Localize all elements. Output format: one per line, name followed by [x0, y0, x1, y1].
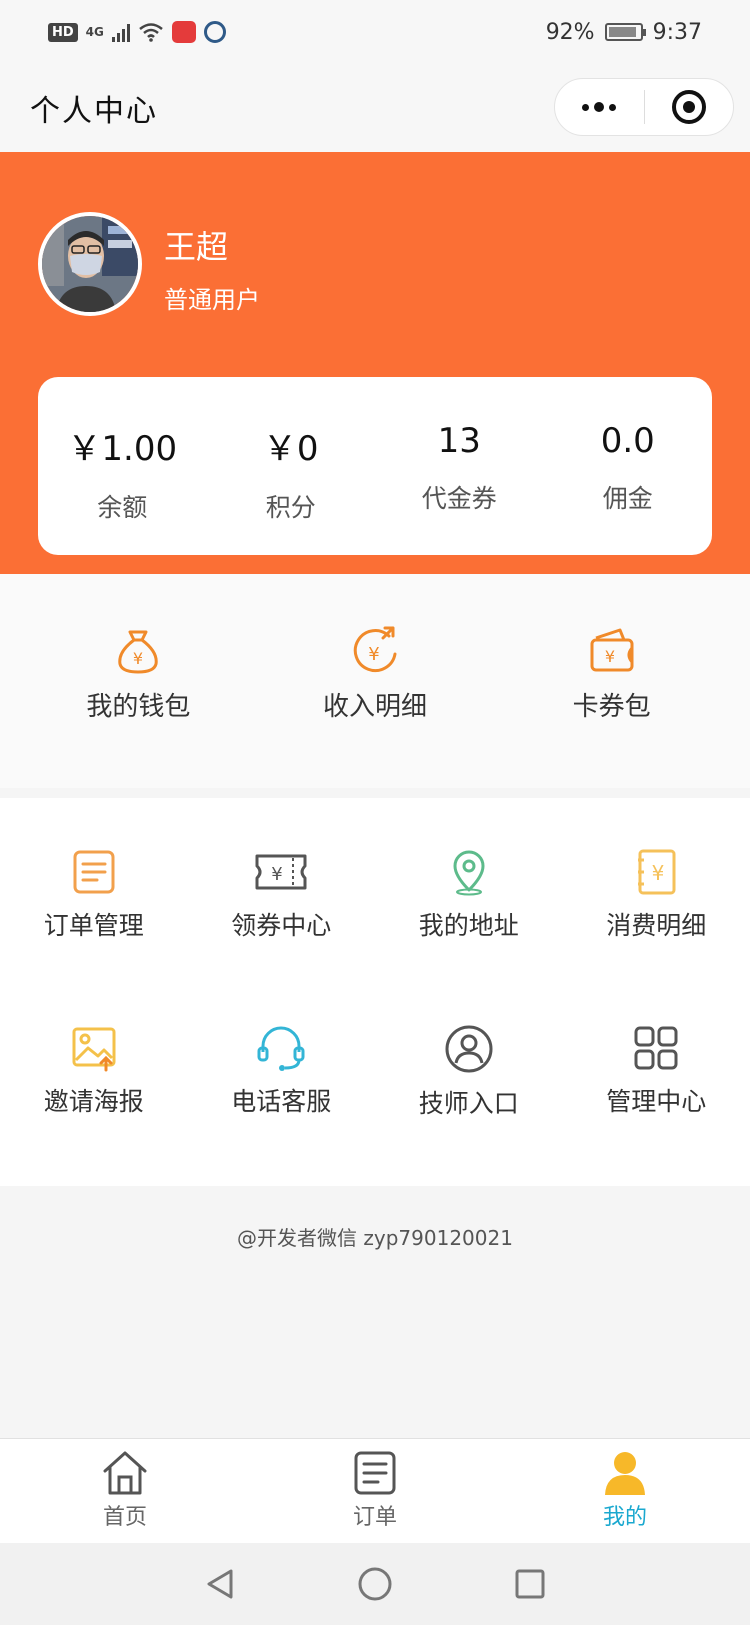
user-circle-icon: [445, 1025, 493, 1073]
tab-label: 首页: [102, 1505, 147, 1530]
feature-grid: 订单管理 ¥ 领券中心 我的地址 ¥ 消费明细 邀请海报 电话客服 技师入口 管…: [0, 798, 750, 1186]
user-level: 普通用户: [164, 286, 260, 314]
card-wallet-icon: ¥: [590, 628, 634, 672]
recents-square-icon[interactable]: [513, 1567, 547, 1601]
stat-value: ￥1.00: [67, 429, 178, 469]
grid-label: 管理中心: [606, 1087, 707, 1116]
tab-bar: 首页 订单 我的: [0, 1438, 750, 1543]
svg-text:¥: ¥: [272, 864, 283, 885]
page-title: 个人中心: [30, 94, 158, 129]
poster-image-icon: [72, 1027, 116, 1072]
tab-home[interactable]: 首页: [0, 1439, 250, 1543]
hd-badge: HD: [48, 22, 78, 42]
coupon-center-button[interactable]: ¥ 领券中心: [188, 798, 376, 974]
home-icon: [103, 1451, 147, 1495]
status-bar: HD 4G 92% 9:37: [0, 0, 750, 64]
my-wallet-button[interactable]: ¥ 我的钱包: [20, 574, 257, 788]
stat-commission[interactable]: 0.0 佣金: [544, 377, 713, 555]
account-stats-card: ￥1.00 余额 ￥0 积分 13 代金券 0.0 佣金: [38, 377, 712, 555]
stat-points[interactable]: ￥0 积分: [207, 377, 376, 555]
status-left: HD 4G: [48, 21, 226, 43]
card-wallet-button[interactable]: ¥ 卡券包: [493, 574, 730, 788]
order-management-button[interactable]: 订单管理: [0, 798, 188, 974]
headset-icon: [257, 1026, 305, 1071]
wallet-label: 我的钱包: [86, 692, 191, 722]
money-bag-icon: ¥: [118, 630, 159, 674]
avatar[interactable]: [38, 212, 142, 316]
grid-label: 订单管理: [43, 911, 144, 940]
back-icon[interactable]: [203, 1567, 237, 1601]
order-icon: [354, 1451, 396, 1495]
app-notification-icon-2: [203, 21, 226, 43]
grid-label: 邀请海报: [43, 1087, 144, 1116]
svg-text:¥: ¥: [652, 861, 665, 885]
stat-value: 0.0: [600, 421, 655, 461]
income-icon: ¥: [353, 626, 397, 673]
close-button[interactable]: [645, 79, 734, 135]
stat-vouchers[interactable]: 13 代金券: [375, 377, 544, 555]
grid-label: 我的地址: [418, 911, 519, 940]
grid-label: 电话客服: [231, 1087, 332, 1116]
home-circle-icon[interactable]: [357, 1566, 393, 1602]
miniprogram-capsule: [554, 78, 734, 136]
technician-entry-button[interactable]: 技师入口: [375, 974, 563, 1150]
tab-label: 我的: [602, 1505, 647, 1530]
income-detail-button[interactable]: ¥ 收入明细: [257, 574, 494, 788]
wallet-label: 收入明细: [323, 692, 428, 722]
coupon-icon: ¥: [255, 854, 307, 890]
admin-center-button[interactable]: 管理中心: [563, 974, 750, 1150]
developer-note: @开发者微信 zyp790120021: [237, 1226, 513, 1250]
grid-label: 技师入口: [418, 1089, 519, 1118]
stat-value: 13: [437, 421, 481, 461]
target-icon: [671, 90, 706, 124]
invite-poster-button[interactable]: 邀请海报: [0, 974, 188, 1150]
wifi-icon: [139, 23, 163, 42]
app-notification-icon: [171, 21, 196, 43]
stat-label: 余额: [97, 493, 148, 522]
grid-apps-icon: [634, 1026, 678, 1070]
wallet-label: 卡券包: [572, 692, 651, 722]
user-icon: [605, 1452, 645, 1495]
clock: 9:37: [652, 19, 702, 45]
my-address-button[interactable]: 我的地址: [375, 798, 563, 974]
location-pin-icon: [453, 850, 485, 896]
tab-orders[interactable]: 订单: [250, 1439, 500, 1543]
user-name: 王超: [164, 228, 229, 266]
stat-value: ￥0: [262, 429, 319, 469]
svg-text:¥: ¥: [605, 647, 615, 666]
tab-mine[interactable]: 我的: [500, 1439, 750, 1543]
system-navigation-bar: [0, 1543, 750, 1625]
signal-icon: [111, 22, 130, 42]
consumption-detail-button[interactable]: ¥ 消费明细: [563, 798, 750, 974]
svg-text:¥: ¥: [368, 644, 379, 665]
more-button[interactable]: [555, 79, 644, 135]
tab-label: 订单: [352, 1505, 397, 1530]
wallet-shortcuts: ¥ 我的钱包 ¥ 收入明细 ¥ 卡券包: [0, 574, 750, 788]
phone-service-button[interactable]: 电话客服: [188, 974, 376, 1150]
status-right: 92% 9:37: [546, 20, 702, 45]
stat-label: 佣金: [602, 484, 653, 513]
battery-icon: [604, 23, 646, 41]
stat-label: 积分: [265, 493, 316, 522]
order-list-icon: [73, 850, 115, 894]
grid-label: 消费明细: [606, 911, 707, 940]
stat-balance[interactable]: ￥1.00 余额: [38, 377, 207, 555]
receipt-icon: ¥: [638, 849, 676, 895]
grid-label: 领券中心: [231, 911, 332, 940]
nav-bar: 个人中心: [0, 64, 750, 152]
svg-text:¥: ¥: [133, 649, 143, 668]
stat-label: 代金券: [421, 484, 497, 513]
network-type: 4G: [85, 25, 104, 39]
battery-percent: 92%: [545, 19, 595, 45]
